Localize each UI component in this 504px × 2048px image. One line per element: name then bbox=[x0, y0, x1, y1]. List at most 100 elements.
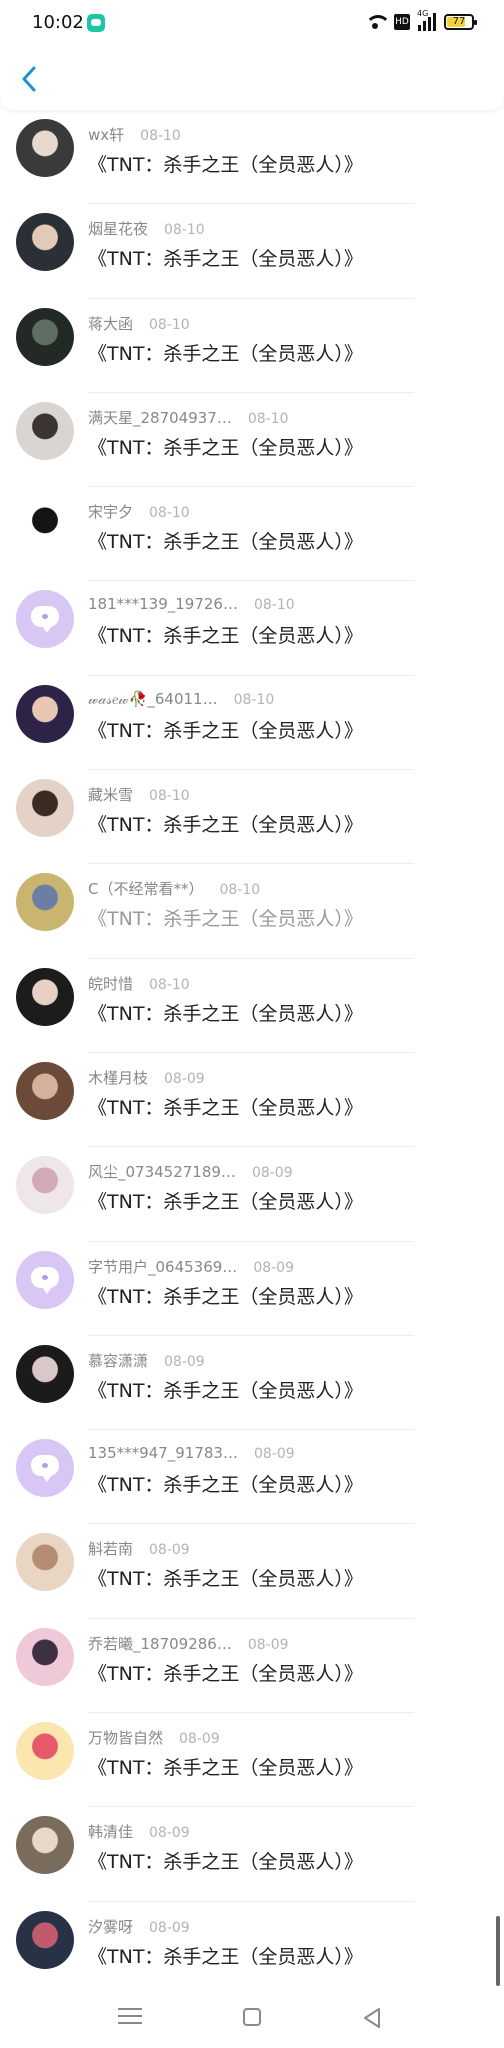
avatar[interactable] bbox=[16, 401, 74, 460]
avatar[interactable] bbox=[16, 684, 74, 743]
battery-level: 77 bbox=[452, 16, 466, 27]
book-title[interactable]: 《TNT：杀手之王（全员恶人）》 bbox=[88, 150, 363, 177]
list-item[interactable]: 藏米雪 08-10 《TNT：杀手之王（全员恶人）》 bbox=[0, 770, 504, 865]
user-name[interactable]: 汐雾呀 bbox=[88, 1916, 133, 1937]
user-name[interactable]: 181***139_19726… bbox=[88, 595, 238, 613]
book-title[interactable]: 《TNT：杀手之王（全员恶人）》 bbox=[88, 904, 363, 931]
avatar[interactable] bbox=[16, 1344, 74, 1403]
date: 08-09 bbox=[247, 1636, 289, 1653]
default-avatar[interactable] bbox=[16, 1439, 74, 1498]
book-title[interactable]: 《TNT：杀手之王（全员恶人）》 bbox=[88, 1282, 363, 1309]
list-item[interactable]: 135***947_91783… 08-09 《TNT：杀手之王（全员恶人）》 bbox=[0, 1430, 504, 1525]
book-title[interactable]: 《TNT：杀手之王（全员恶人）》 bbox=[88, 1470, 363, 1497]
back-triangle-icon[interactable] bbox=[362, 2007, 382, 2029]
list-item[interactable]: 字节用户_0645369… 08-09 《TNT：杀手之王（全员恶人）》 bbox=[0, 1242, 504, 1336]
avatar[interactable] bbox=[16, 496, 74, 555]
avatar[interactable] bbox=[16, 1816, 74, 1875]
name-line: 木槿月枝 08-09 bbox=[88, 1067, 205, 1088]
date: 08-10 bbox=[164, 222, 205, 239]
home-square-icon[interactable] bbox=[243, 2008, 261, 2026]
avatar[interactable] bbox=[16, 779, 74, 838]
list-item[interactable]: C（不经常看**） 08-10 《TNT：杀手之王（全员恶人）》 bbox=[0, 864, 504, 959]
avatar[interactable] bbox=[16, 1627, 74, 1686]
list-item[interactable]: 汐雾呀 08-09 《TNT：杀手之王（全员恶人）》 bbox=[0, 1902, 504, 1996]
book-title[interactable]: 《TNT：杀手之王（全员恶人）》 bbox=[88, 1093, 363, 1120]
user-name[interactable]: 韩清佳 bbox=[88, 1821, 133, 1842]
user-name[interactable]: 木槿月枝 bbox=[88, 1067, 148, 1088]
user-name[interactable]: 斛若南 bbox=[88, 1538, 133, 1559]
avatar[interactable] bbox=[16, 1722, 74, 1781]
book-title[interactable]: 《TNT：杀手之王（全员恶人）》 bbox=[88, 716, 363, 743]
book-title[interactable]: 《TNT：杀手之王（全员恶人）》 bbox=[88, 999, 363, 1026]
list-item[interactable]: 木槿月枝 08-09 《TNT：杀手之王（全员恶人）》 bbox=[0, 1053, 504, 1148]
user-name[interactable]: 满天星_28704937… bbox=[88, 407, 232, 428]
list-item[interactable]: 满天星_28704937… 08-10 《TNT：杀手之王（全员恶人）》 bbox=[0, 393, 504, 488]
book-title[interactable]: 《TNT：杀手之王（全员恶人）》 bbox=[88, 244, 363, 271]
avatar[interactable] bbox=[16, 967, 74, 1026]
avatar[interactable] bbox=[16, 873, 74, 932]
book-title[interactable]: 《TNT：杀手之王（全员恶人）》 bbox=[88, 1659, 363, 1686]
book-title[interactable]: 《TNT：杀手之王（全员恶人）》 bbox=[88, 339, 363, 366]
list-item[interactable]: 𝓌𝒶𝓈𝑒𝓌🥀_64011… 08-10 《TNT：杀手之王（全员恶人）》 bbox=[0, 676, 504, 771]
list-item[interactable]: 万物皆自然 08-09 《TNT：杀手之王（全员恶人）》 bbox=[0, 1713, 504, 1808]
user-name[interactable]: 皖时惜 bbox=[88, 973, 133, 994]
list-item[interactable]: 慕容潇潇 08-09 《TNT：杀手之王（全员恶人）》 bbox=[0, 1336, 504, 1431]
scrollbar-thumb[interactable] bbox=[496, 1916, 500, 1986]
list-item[interactable]: 蒋大函 08-10 《TNT：杀手之王（全员恶人）》 bbox=[0, 299, 504, 393]
avatar[interactable] bbox=[16, 1061, 74, 1120]
avatar[interactable] bbox=[16, 1156, 74, 1215]
user-name[interactable]: wx轩 bbox=[88, 124, 124, 145]
avatar[interactable] bbox=[16, 1910, 74, 1969]
user-name[interactable]: 乔若曦_18709286… bbox=[88, 1633, 232, 1654]
user-name[interactable]: 字节用户_0645369… bbox=[88, 1256, 237, 1277]
user-name[interactable]: 蒋大函 bbox=[88, 313, 133, 334]
avatar[interactable] bbox=[16, 119, 74, 177]
book-title[interactable]: 《TNT：杀手之王（全员恶人）》 bbox=[88, 1753, 363, 1780]
list-item[interactable]: 乔若曦_18709286… 08-09 《TNT：杀手之王（全员恶人）》 bbox=[0, 1619, 504, 1714]
list-item[interactable]: 宋宇夕 08-10 《TNT：杀手之王（全员恶人）》 bbox=[0, 487, 504, 582]
date: 08-09 bbox=[149, 1919, 190, 1936]
user-name[interactable]: 𝓌𝒶𝓈𝑒𝓌🥀_64011… bbox=[88, 690, 218, 708]
name-line: 汐雾呀 08-09 bbox=[88, 1916, 190, 1937]
user-name[interactable]: 万物皆自然 bbox=[88, 1727, 163, 1748]
avatar[interactable] bbox=[16, 307, 74, 366]
signal-icon: 4G bbox=[417, 9, 436, 31]
list-item[interactable]: 181***139_19726… 08-10 《TNT：杀手之王（全员恶人）》 bbox=[0, 581, 504, 676]
user-name[interactable]: 风尘_0734527189… bbox=[88, 1161, 236, 1182]
list-item[interactable]: 风尘_0734527189… 08-09 《TNT：杀手之王（全员恶人）》 bbox=[0, 1147, 504, 1242]
name-line: 斛若南 08-09 bbox=[88, 1538, 190, 1559]
book-title[interactable]: 《TNT：杀手之王（全员恶人）》 bbox=[88, 810, 363, 837]
list-item[interactable]: 韩清佳 08-09 《TNT：杀手之王（全员恶人）》 bbox=[0, 1807, 504, 1902]
name-line: 皖时惜 08-10 bbox=[88, 973, 190, 994]
name-line: 满天星_28704937… 08-10 bbox=[88, 407, 289, 428]
book-title[interactable]: 《TNT：杀手之王（全员恶人）》 bbox=[88, 1564, 363, 1591]
book-title[interactable]: 《TNT：杀手之王（全员恶人）》 bbox=[88, 621, 363, 648]
list-item[interactable]: 斛若南 08-09 《TNT：杀手之王（全员恶人）》 bbox=[0, 1524, 504, 1619]
list-item[interactable]: wx轩 08-10 《TNT：杀手之王（全员恶人）》 bbox=[0, 110, 504, 205]
battery-icon: 77 bbox=[444, 14, 477, 30]
book-title[interactable]: 《TNT：杀手之王（全员恶人）》 bbox=[88, 1942, 363, 1969]
book-title[interactable]: 《TNT：杀手之王（全员恶人）》 bbox=[88, 527, 363, 554]
default-avatar[interactable] bbox=[16, 590, 74, 649]
name-line: 韩清佳 08-09 bbox=[88, 1821, 190, 1842]
user-name[interactable]: 烟星花夜 bbox=[88, 218, 148, 239]
user-name[interactable]: 藏米雪 bbox=[88, 784, 133, 805]
avatar[interactable] bbox=[16, 1533, 74, 1592]
name-line: wx轩 08-10 bbox=[88, 124, 181, 145]
menu-icon[interactable] bbox=[118, 2008, 142, 2028]
back-button[interactable] bbox=[14, 64, 44, 94]
book-title[interactable]: 《TNT：杀手之王（全员恶人）》 bbox=[88, 1376, 363, 1403]
book-title[interactable]: 《TNT：杀手之王（全员恶人）》 bbox=[88, 1187, 363, 1214]
name-line: 烟星花夜 08-10 bbox=[88, 218, 205, 239]
user-name[interactable]: C（不经常看**） bbox=[88, 878, 203, 899]
name-line: 藏米雪 08-10 bbox=[88, 784, 190, 805]
default-avatar[interactable] bbox=[16, 1250, 74, 1309]
user-name[interactable]: 宋宇夕 bbox=[88, 501, 133, 522]
book-title[interactable]: 《TNT：杀手之王（全员恶人）》 bbox=[88, 433, 363, 460]
list-item[interactable]: 皖时惜 08-10 《TNT：杀手之王（全员恶人）》 bbox=[0, 959, 504, 1053]
avatar[interactable] bbox=[16, 213, 74, 272]
book-title[interactable]: 《TNT：杀手之王（全员恶人）》 bbox=[88, 1847, 363, 1874]
list-item[interactable]: 烟星花夜 08-10 《TNT：杀手之王（全员恶人）》 bbox=[0, 204, 504, 299]
user-name[interactable]: 慕容潇潇 bbox=[88, 1350, 148, 1371]
user-name[interactable]: 135***947_91783… bbox=[88, 1444, 238, 1462]
